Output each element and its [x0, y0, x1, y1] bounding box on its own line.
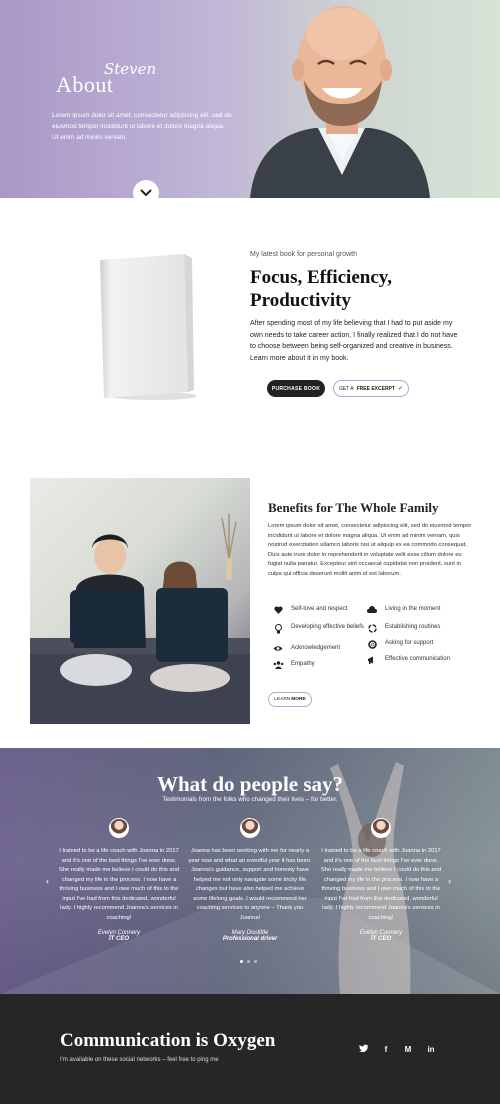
benefit-item: Developing effective beliefs	[272, 624, 372, 634]
purchase-book-button[interactable]: PURCHASE BOOK	[267, 380, 325, 397]
benefit-item: Empathy	[272, 661, 372, 671]
book-cover-image	[100, 254, 196, 400]
learn-more-prefix: LEARN	[274, 697, 291, 702]
testimonial-quote: I trained to be a life coach with Joanna…	[58, 848, 180, 921]
benefit-item: Establishing routines	[366, 624, 466, 634]
testimonial-card: Joanna has been working with me for near…	[188, 818, 312, 942]
testimonial-role: Professional driver	[222, 936, 278, 942]
benefit-label: Asking for support	[385, 640, 434, 646]
learn-more-bold: MORE	[291, 697, 306, 702]
family-heading: Benefits for The Whole Family	[268, 500, 438, 516]
linkedin-icon[interactable]: in	[425, 1044, 437, 1056]
thumbs-up-icon: ✓	[397, 386, 403, 392]
chevron-down-icon	[140, 189, 152, 197]
avatar	[371, 818, 391, 838]
medium-icon[interactable]: M	[402, 1044, 414, 1056]
carousel-dots	[240, 960, 257, 963]
benefit-item: Acknowledgement	[272, 645, 372, 655]
free-excerpt-button[interactable]: GET A FREE EXCERPT ✓	[333, 380, 409, 397]
benefit-label: Self-love and respect	[291, 606, 348, 612]
benefit-label: Living in the moment	[385, 606, 441, 612]
avatar	[109, 818, 129, 838]
benefit-label: Developing effective beliefs	[291, 624, 364, 630]
eye-icon	[272, 645, 284, 655]
testimonial-role: IT CEO	[108, 936, 129, 942]
free-excerpt-prefix: GET A	[338, 385, 354, 392]
benefit-item: Self-love and respect	[272, 606, 372, 616]
carousel-dot[interactable]	[254, 960, 257, 963]
hero-intro-text: Lorem ipsum dolor sit amet, consectetur …	[52, 112, 232, 141]
family-photo	[30, 478, 250, 724]
family-body-text: Lorem ipsum dolor sit amet, consectetur …	[268, 523, 472, 577]
family-heading-bold: The Whole Family	[335, 500, 439, 515]
chevron-right-icon[interactable]: ›	[448, 876, 451, 886]
footer-title: Communication is Oxygen	[60, 1030, 276, 1051]
benefit-label: Effective communication	[385, 656, 450, 662]
benefit-item: Asking for support	[366, 640, 466, 650]
recycle-icon	[366, 624, 378, 634]
benefit-label: Empathy	[291, 661, 315, 667]
testimonials-section: What do people say? Testimonials from th…	[0, 748, 500, 994]
testimonials-title: What do people say?	[156, 772, 344, 796]
benefit-label: Acknowledgement	[291, 645, 341, 651]
lifebuoy-icon	[366, 640, 378, 650]
testimonial-card: I trained to be a life coach with Joanna…	[57, 818, 181, 942]
scroll-down-button[interactable]	[133, 180, 159, 206]
book-kicker: My latest book for personal growth	[250, 251, 357, 258]
chevron-left-icon[interactable]: ‹	[46, 876, 49, 886]
twitter-icon[interactable]	[357, 1044, 369, 1056]
avatar	[240, 818, 260, 838]
heart-icon	[272, 606, 284, 616]
learn-more-button[interactable]: LEARN MORE	[268, 692, 312, 707]
book-description: After spending most of my life believing…	[250, 320, 458, 362]
testimonial-quote: I trained to be a life coach with Joanna…	[320, 848, 442, 921]
hero-title: About	[56, 72, 114, 97]
benefit-label: Establishing routines	[385, 624, 441, 630]
cloud-icon	[366, 606, 378, 616]
book-title: Focus, Efficiency, Productivity	[250, 267, 392, 311]
testimonial-quote: Joanna has been working with me for near…	[188, 848, 312, 921]
footer: Communication is Oxygen I'm available on…	[0, 994, 500, 1104]
carousel-dot[interactable]	[247, 960, 250, 963]
footer-subtitle: I'm available on these social networks –…	[60, 1057, 219, 1063]
testimonial-card: I trained to be a life coach with Joanna…	[319, 818, 443, 942]
family-heading-prefix: Benefits for	[268, 500, 333, 515]
free-excerpt-bold: FREE EXCERPT	[356, 385, 395, 392]
testimonial-role: IT CEO	[370, 936, 391, 942]
megaphone-icon	[366, 656, 378, 666]
hero-portrait-image	[250, 6, 430, 198]
facebook-icon[interactable]: f	[380, 1044, 392, 1056]
hero-section: Steven About Lorem ipsum dolor sit amet,…	[0, 0, 500, 198]
users-icon	[272, 661, 284, 671]
benefit-item: Living in the moment	[366, 606, 466, 616]
carousel-dot[interactable]	[240, 960, 243, 963]
testimonials-subtitle: Testimonials from the folks who changed …	[162, 796, 338, 803]
benefit-item: Effective communication	[366, 656, 466, 666]
lightbulb-icon	[272, 624, 284, 634]
